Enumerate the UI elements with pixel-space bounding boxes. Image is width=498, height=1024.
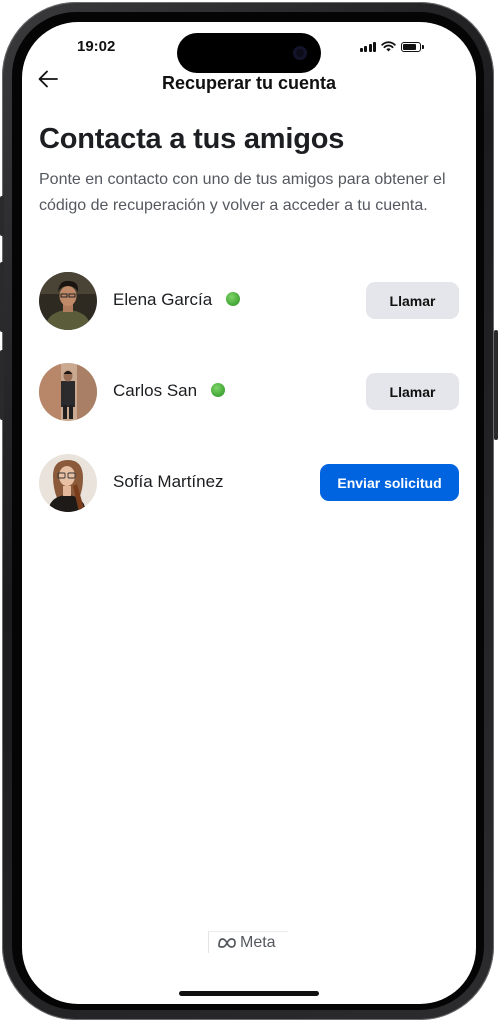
contact-name-text: Carlos San <box>113 381 198 400</box>
side-button-power <box>494 330 498 440</box>
meta-infinity-icon <box>218 937 236 948</box>
page-title: Contacta a tus amigos <box>39 123 345 155</box>
online-status-icon <box>211 382 226 397</box>
avatar <box>39 363 97 421</box>
call-button[interactable]: Llamar <box>366 282 459 319</box>
side-button-volume-down <box>0 350 4 420</box>
status-time: 19:02 <box>77 38 116 55</box>
send-request-button[interactable]: Enviar solicitud <box>320 464 459 501</box>
contact-item: Carlos San Llamar <box>39 363 459 421</box>
page-description: Ponte en contacto con uno de tus amigos … <box>39 171 446 214</box>
side-button-volume-up <box>0 262 4 332</box>
dynamic-island <box>177 33 321 73</box>
battery-icon <box>401 41 424 52</box>
contact-item: Sofía Martínez Enviar solicitud <box>39 454 459 512</box>
screen: 19:02 Recuperar tu cuenta Contacta a tus… <box>22 22 476 1004</box>
contact-name-text: Elena García <box>113 290 213 309</box>
avatar <box>39 272 97 330</box>
contact-item: Elena García Llamar <box>39 272 459 330</box>
side-button-action <box>0 196 4 236</box>
contact-name: Elena García <box>113 290 241 310</box>
header-title: Recuperar tu cuenta <box>161 73 337 93</box>
meta-brand-text: Meta <box>240 933 276 951</box>
signal-icon <box>359 41 376 52</box>
status-icons <box>359 41 424 52</box>
camera-icon <box>293 46 307 60</box>
call-button[interactable]: Llamar <box>366 373 459 410</box>
home-indicator[interactable] <box>179 991 319 996</box>
avatar <box>39 454 97 512</box>
contact-name-text: Sofía Martínez <box>113 472 224 491</box>
online-status-icon <box>226 291 241 306</box>
contact-name: Sofía Martínez <box>113 472 224 492</box>
contact-name: Carlos San <box>113 381 226 401</box>
wifi-icon <box>381 41 396 52</box>
meta-logo: Meta <box>208 931 288 953</box>
